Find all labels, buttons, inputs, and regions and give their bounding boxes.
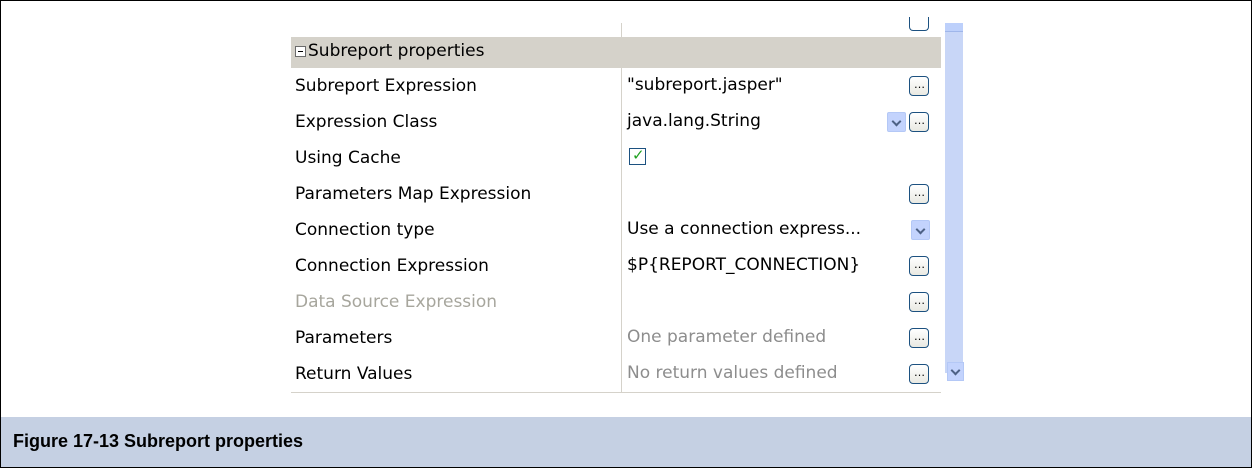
property-value[interactable]: No return values defined — [627, 363, 838, 383]
column-separator — [621, 68, 622, 104]
property-value[interactable]: One parameter defined — [627, 327, 826, 347]
property-label: Expression Class — [295, 112, 438, 132]
collapse-toggle-icon[interactable] — [295, 46, 306, 57]
column-separator — [621, 140, 622, 176]
column-separator — [621, 212, 622, 248]
property-label: Connection type — [295, 220, 435, 240]
ellipsis-button-icon[interactable] — [909, 292, 929, 312]
property-label: Subreport Expression — [295, 76, 477, 96]
property-label: Return Values — [295, 364, 413, 384]
expression-class-select[interactable]: java.lang.String — [627, 111, 761, 131]
property-label: Connection Expression — [295, 256, 489, 276]
property-row-parameters-map-expression[interactable]: Parameters Map Expression — [291, 176, 941, 213]
section-title: Subreport properties — [308, 41, 485, 61]
chevron-down-icon[interactable] — [887, 112, 906, 132]
previous-row-remnant — [291, 17, 941, 38]
column-separator — [621, 320, 622, 356]
property-row-parameters[interactable]: Parameters One parameter defined — [291, 320, 941, 357]
section-header-subreport-properties[interactable]: Subreport properties — [291, 37, 941, 68]
property-row-connection-expression[interactable]: Connection Expression $P{REPORT_CONNECTI… — [291, 248, 941, 285]
property-row-using-cache[interactable]: Using Cache — [291, 140, 941, 177]
scroll-down-icon[interactable] — [947, 362, 964, 381]
property-label: Data Source Expression — [295, 292, 498, 312]
column-separator — [621, 284, 622, 320]
chevron-down-icon[interactable] — [911, 220, 930, 240]
property-row-data-source-expression[interactable]: Data Source Expression — [291, 284, 941, 321]
scrollbar-track[interactable] — [945, 23, 963, 373]
property-label: Using Cache — [295, 148, 401, 168]
ellipsis-button-icon[interactable] — [909, 17, 929, 31]
property-value[interactable]: "subreport.jasper" — [627, 75, 783, 95]
ellipsis-button-icon[interactable] — [909, 328, 929, 348]
column-separator — [621, 356, 622, 392]
column-separator — [621, 104, 622, 140]
ellipsis-button-icon[interactable] — [909, 364, 929, 384]
property-row-return-values[interactable]: Return Values No return values defined — [291, 356, 941, 393]
property-value[interactable]: $P{REPORT_CONNECTION} — [627, 255, 860, 275]
ellipsis-button-icon[interactable] — [909, 184, 929, 204]
using-cache-checkbox[interactable] — [629, 146, 646, 165]
vertical-scrollbar[interactable] — [941, 23, 973, 401]
property-row-expression-class[interactable]: Expression Class java.lang.String — [291, 104, 941, 141]
ellipsis-button-icon[interactable] — [909, 112, 929, 132]
figure-frame: Subreport properties Subreport Expressio… — [0, 0, 1252, 418]
property-sheet: Subreport properties Subreport Expressio… — [291, 17, 973, 401]
ellipsis-button-icon[interactable] — [909, 256, 929, 276]
figure-caption: Figure 17-13 Subreport properties — [13, 431, 304, 451]
property-row-connection-type[interactable]: Connection type Use a connection express… — [291, 212, 941, 249]
figure-caption-bar: Figure 17-13 Subreport properties — [0, 417, 1252, 468]
property-label: Parameters Map Expression — [295, 184, 532, 204]
property-grid: Subreport properties Subreport Expressio… — [291, 17, 941, 401]
ellipsis-button-icon[interactable] — [909, 76, 929, 96]
property-label: Parameters — [295, 328, 393, 348]
column-separator — [621, 176, 622, 212]
property-row-subreport-expression[interactable]: Subreport Expression "subreport.jasper" — [291, 68, 941, 105]
column-separator — [621, 23, 622, 37]
scrollbar-thumb[interactable] — [945, 23, 963, 32]
connection-type-select[interactable]: Use a connection express... — [627, 219, 861, 239]
column-separator — [621, 248, 622, 284]
